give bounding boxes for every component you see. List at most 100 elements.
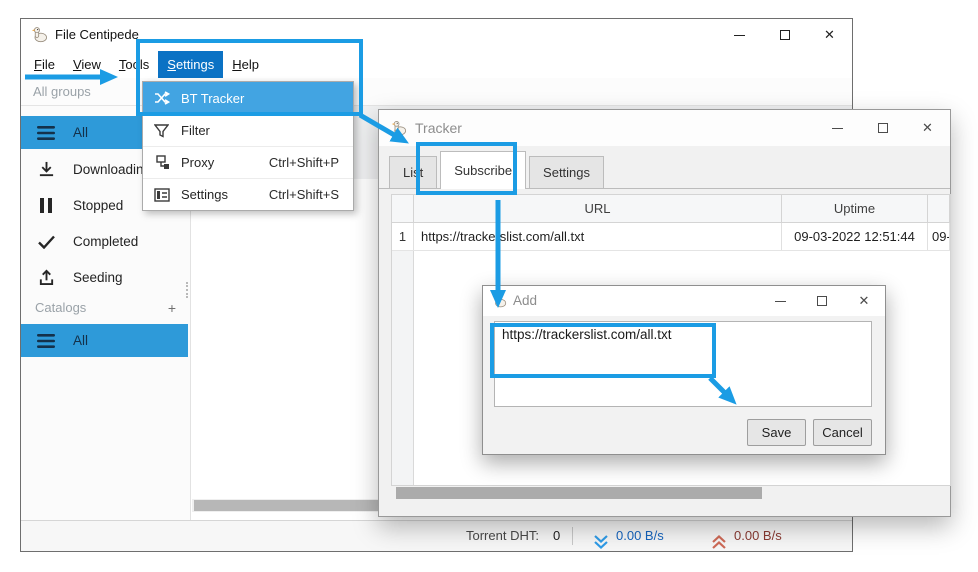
maximize-icon xyxy=(817,296,827,306)
upload-chevron-icon xyxy=(711,530,727,560)
minimize-icon xyxy=(832,128,843,129)
add-dialog: Add ✕ https://trackerslist.com/all.txt S… xyxy=(482,285,886,455)
menu-item-label: Settings xyxy=(181,187,228,202)
download-speed: 0.00 B/s xyxy=(616,521,664,551)
sidebar-item-label: Downloading xyxy=(73,162,151,177)
tab-settings[interactable]: Settings xyxy=(529,156,604,189)
catalogs-section: Catalogs + xyxy=(21,296,190,320)
column-header-extra[interactable] xyxy=(928,195,950,222)
save-button[interactable]: Save xyxy=(747,419,806,446)
upload-icon xyxy=(36,268,56,288)
minimize-button[interactable] xyxy=(759,286,801,316)
minimize-button[interactable] xyxy=(815,110,860,146)
row-uptime: 09-03-2022 12:51:44 xyxy=(782,223,928,250)
status-bar: Torrent DHT: 0 0.00 B/s 0.00 B/s xyxy=(21,520,852,551)
close-icon: ✕ xyxy=(922,120,933,136)
sidebar-item-label: All xyxy=(73,333,88,348)
maximize-button[interactable] xyxy=(762,19,807,51)
minimize-icon xyxy=(734,35,745,36)
add-dialog-controls: ✕ xyxy=(759,286,885,316)
tab-list[interactable]: List xyxy=(389,156,437,189)
menu-item-label: Proxy xyxy=(181,155,214,170)
column-header-rownum[interactable] xyxy=(392,195,414,222)
tab-subscribe[interactable]: Subscribe xyxy=(440,151,526,189)
tracker-hscrollbar[interactable] xyxy=(392,486,950,500)
column-header-url[interactable]: URL xyxy=(414,195,782,222)
dht-value: 0 xyxy=(553,521,560,551)
menu-item-label: BT Tracker xyxy=(181,91,244,106)
dht-label: Torrent DHT: xyxy=(466,521,539,551)
row-url: https://trackerslist.com/all.txt xyxy=(414,223,782,250)
upload-speed: 0.00 B/s xyxy=(734,521,782,551)
close-button[interactable]: ✕ xyxy=(843,286,885,316)
menu-item-shortcut: Ctrl+Shift+P xyxy=(269,155,343,170)
add-catalog-button[interactable]: + xyxy=(168,296,176,320)
settings-dropdown-menu: BT Tracker Filter Proxy Ctrl+Shift+P Set… xyxy=(142,81,354,211)
sidebar-item-label: All xyxy=(73,125,88,140)
maximize-icon xyxy=(878,123,888,133)
list-box-icon xyxy=(153,186,170,203)
minimize-button[interactable] xyxy=(717,19,762,51)
download-chevron-icon xyxy=(593,530,609,560)
tracker-window-title: Tracker xyxy=(415,110,462,146)
sidebar-item-label: Stopped xyxy=(73,198,123,213)
filter-icon xyxy=(153,122,170,139)
close-button[interactable]: ✕ xyxy=(807,19,852,51)
download-icon xyxy=(36,160,56,180)
shuffle-icon xyxy=(153,90,170,107)
menu-help[interactable]: Help xyxy=(223,51,268,78)
maximize-button[interactable] xyxy=(860,110,905,146)
table-row[interactable]: 1 https://trackerslist.com/all.txt 09-03… xyxy=(392,223,950,251)
main-window-title: File Centipede xyxy=(55,19,139,51)
menu-item-bt-tracker[interactable]: BT Tracker xyxy=(143,82,353,114)
menu-settings[interactable]: Settings xyxy=(158,51,223,78)
sidebar-item-seeding[interactable]: Seeding xyxy=(21,261,188,294)
menu-view[interactable]: View xyxy=(64,51,110,78)
sidebar-item-completed[interactable]: Completed xyxy=(21,225,188,258)
tracker-titlebar: Tracker ✕ xyxy=(379,110,950,146)
screen: File Centipede ✕ File View Tools Setting… xyxy=(0,0,978,572)
close-icon: ✕ xyxy=(859,293,870,309)
column-header-uptime[interactable]: Uptime xyxy=(782,195,928,222)
app-duck-icon xyxy=(391,120,407,141)
maximize-icon xyxy=(780,30,790,40)
main-window-controls: ✕ xyxy=(717,19,852,51)
catalogs-label: Catalogs xyxy=(35,300,86,315)
tracker-hscrollbar-thumb[interactable] xyxy=(396,487,762,499)
proxy-icon xyxy=(153,154,170,171)
table-header-row: URL Uptime xyxy=(392,195,950,223)
group-filter-label: All groups xyxy=(33,84,91,99)
row-number: 1 xyxy=(392,223,414,250)
menu-item-label: Filter xyxy=(181,123,210,138)
pause-icon xyxy=(36,196,56,216)
sidebar-item-label: Completed xyxy=(73,234,138,249)
add-dialog-title: Add xyxy=(513,286,537,316)
app-duck-icon xyxy=(31,26,48,48)
main-titlebar: File Centipede ✕ xyxy=(21,19,852,51)
menu-bar: File View Tools Settings Help xyxy=(25,51,268,78)
menu-icon xyxy=(36,331,56,351)
minimize-icon xyxy=(775,301,786,302)
row-number-gutter xyxy=(392,251,414,485)
menu-item-settings[interactable]: Settings Ctrl+Shift+S xyxy=(143,178,353,210)
sidebar-item-label: Seeding xyxy=(73,270,123,285)
close-icon: ✕ xyxy=(824,27,835,43)
menu-tools[interactable]: Tools xyxy=(110,51,158,78)
close-button[interactable]: ✕ xyxy=(905,110,950,146)
sidebar-resize-handle[interactable] xyxy=(186,282,188,298)
row-extra: 09-0 xyxy=(928,223,950,250)
tracker-tabs: List Subscribe Settings xyxy=(389,151,607,189)
menu-item-shortcut: Ctrl+Shift+S xyxy=(269,187,343,202)
sidebar-catalog-all[interactable]: All xyxy=(21,324,188,357)
check-icon xyxy=(36,232,56,252)
menu-file[interactable]: File xyxy=(25,51,64,78)
statusbar-divider xyxy=(572,527,573,545)
tracker-window-controls: ✕ xyxy=(815,110,950,146)
cancel-button[interactable]: Cancel xyxy=(813,419,872,446)
menu-item-proxy[interactable]: Proxy Ctrl+Shift+P xyxy=(143,146,353,178)
maximize-button[interactable] xyxy=(801,286,843,316)
add-dialog-titlebar: Add ✕ xyxy=(483,286,885,316)
menu-item-filter[interactable]: Filter xyxy=(143,114,353,146)
menu-icon xyxy=(36,123,56,143)
tracker-url-input[interactable]: https://trackerslist.com/all.txt xyxy=(494,321,872,407)
